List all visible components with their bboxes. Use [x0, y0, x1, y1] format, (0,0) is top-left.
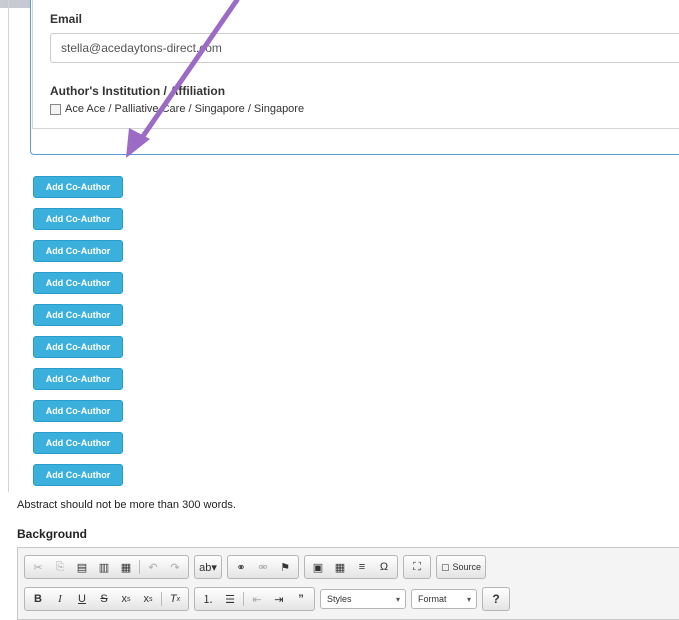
- toolbar-separator: [243, 592, 244, 606]
- form-left-border: [8, 0, 9, 492]
- add-co-author-button[interactable]: Add Co-Author: [33, 336, 123, 358]
- abstract-word-limit-note: Abstract should not be more than 300 wor…: [17, 499, 236, 511]
- bold-icon[interactable]: B: [27, 590, 49, 608]
- toolbar-separator: [139, 560, 140, 574]
- clipboard-group: ✂ ⎘ ▤ ▥ ▦ ↶ ↷: [24, 555, 189, 579]
- italic-icon[interactable]: I: [49, 590, 71, 608]
- paste-word-icon[interactable]: ▦: [115, 558, 137, 576]
- add-co-author-button[interactable]: Add Co-Author: [33, 272, 123, 294]
- unlink-icon[interactable]: ⚮: [252, 558, 274, 576]
- format-dropdown[interactable]: Format ▾: [411, 589, 477, 609]
- add-co-author-button[interactable]: Add Co-Author: [33, 432, 123, 454]
- cut-icon[interactable]: ✂: [27, 558, 49, 576]
- source-group: ▢ Source: [436, 555, 487, 579]
- add-co-author-button[interactable]: Add Co-Author: [33, 368, 123, 390]
- link-icon[interactable]: ⚭: [230, 558, 252, 576]
- add-co-author-button[interactable]: Add Co-Author: [33, 464, 123, 486]
- toolbar-row-2: B I U S xs xs Tx ⒈ ☰ ⇤ ⇥ ” Styles ▾ Form…: [24, 587, 515, 611]
- maximize-group: ⛶: [403, 555, 431, 579]
- outdent-icon[interactable]: ⇤: [246, 590, 268, 608]
- redo-icon[interactable]: ↷: [164, 558, 186, 576]
- toolbar-row-1: ✂ ⎘ ▤ ▥ ▦ ↶ ↷ ab▾ ⚭ ⚮ ⚑ ▣ ▦ ≡ Ω ⛶ ▢ Sour…: [24, 555, 491, 579]
- affiliation-label: Author's Institution / Affiliation: [50, 84, 226, 98]
- chevron-down-icon: ▾: [395, 594, 400, 604]
- help-button[interactable]: ?: [485, 590, 507, 608]
- paste-icon[interactable]: ▤: [71, 558, 93, 576]
- background-label: Background: [17, 527, 88, 541]
- horizontal-line-icon[interactable]: ≡: [351, 558, 373, 576]
- anchor-icon[interactable]: ⚑: [274, 558, 296, 576]
- format-label: Format: [418, 594, 447, 604]
- maximize-icon[interactable]: ⛶: [406, 558, 428, 576]
- add-co-author-button[interactable]: Add Co-Author: [33, 240, 123, 262]
- special-char-icon[interactable]: Ω: [373, 558, 395, 576]
- rich-text-editor-toolbar: ✂ ⎘ ▤ ▥ ▦ ↶ ↷ ab▾ ⚭ ⚮ ⚑ ▣ ▦ ≡ Ω ⛶ ▢ Sour…: [17, 547, 679, 620]
- chevron-down-icon: ▾: [466, 594, 471, 604]
- affiliation-option-label: Ace Ace / Palliative Care / Singapore / …: [65, 103, 305, 115]
- spellcheck-icon[interactable]: ab▾: [197, 558, 219, 576]
- table-icon[interactable]: ▦: [329, 558, 351, 576]
- bulleted-list-icon[interactable]: ☰: [219, 590, 241, 608]
- styles-dropdown[interactable]: Styles ▾: [320, 589, 406, 609]
- paste-text-icon[interactable]: ▥: [93, 558, 115, 576]
- source-label: Source: [452, 562, 482, 572]
- source-icon: ▢: [441, 561, 450, 572]
- superscript-icon[interactable]: xs: [137, 590, 159, 608]
- add-co-author-button[interactable]: Add Co-Author: [33, 176, 123, 198]
- basic-styles-group: B I U S xs xs Tx: [24, 587, 189, 611]
- email-label: Email: [50, 12, 83, 26]
- source-button[interactable]: ▢ Source: [439, 558, 483, 576]
- add-co-author-button[interactable]: Add Co-Author: [33, 304, 123, 326]
- help-group: ?: [482, 587, 510, 611]
- affiliation-option[interactable]: Ace Ace / Palliative Care / Singapore / …: [50, 103, 304, 115]
- image-icon[interactable]: ▣: [307, 558, 329, 576]
- add-co-author-button[interactable]: Add Co-Author: [33, 208, 123, 230]
- remove-format-icon[interactable]: Tx: [164, 590, 186, 608]
- add-co-author-button[interactable]: Add Co-Author: [33, 400, 123, 422]
- email-field[interactable]: [50, 33, 679, 63]
- indent-icon[interactable]: ⇥: [268, 590, 290, 608]
- copy-icon[interactable]: ⎘: [49, 558, 71, 576]
- subscript-icon[interactable]: xs: [115, 590, 137, 608]
- lists-group: ⒈ ☰ ⇤ ⇥ ”: [194, 587, 315, 611]
- links-group: ⚭ ⚮ ⚑: [227, 555, 299, 579]
- numbered-list-icon[interactable]: ⒈: [197, 590, 219, 608]
- undo-icon[interactable]: ↶: [142, 558, 164, 576]
- blockquote-icon[interactable]: ”: [290, 590, 312, 608]
- affiliation-checkbox[interactable]: [50, 103, 61, 115]
- strike-icon[interactable]: S: [93, 590, 115, 608]
- toolbar-separator: [161, 592, 162, 606]
- insert-group: ▣ ▦ ≡ Ω: [304, 555, 398, 579]
- styles-label: Styles: [327, 594, 352, 604]
- underline-icon[interactable]: U: [71, 590, 93, 608]
- spellcheck-group: ab▾: [194, 555, 222, 579]
